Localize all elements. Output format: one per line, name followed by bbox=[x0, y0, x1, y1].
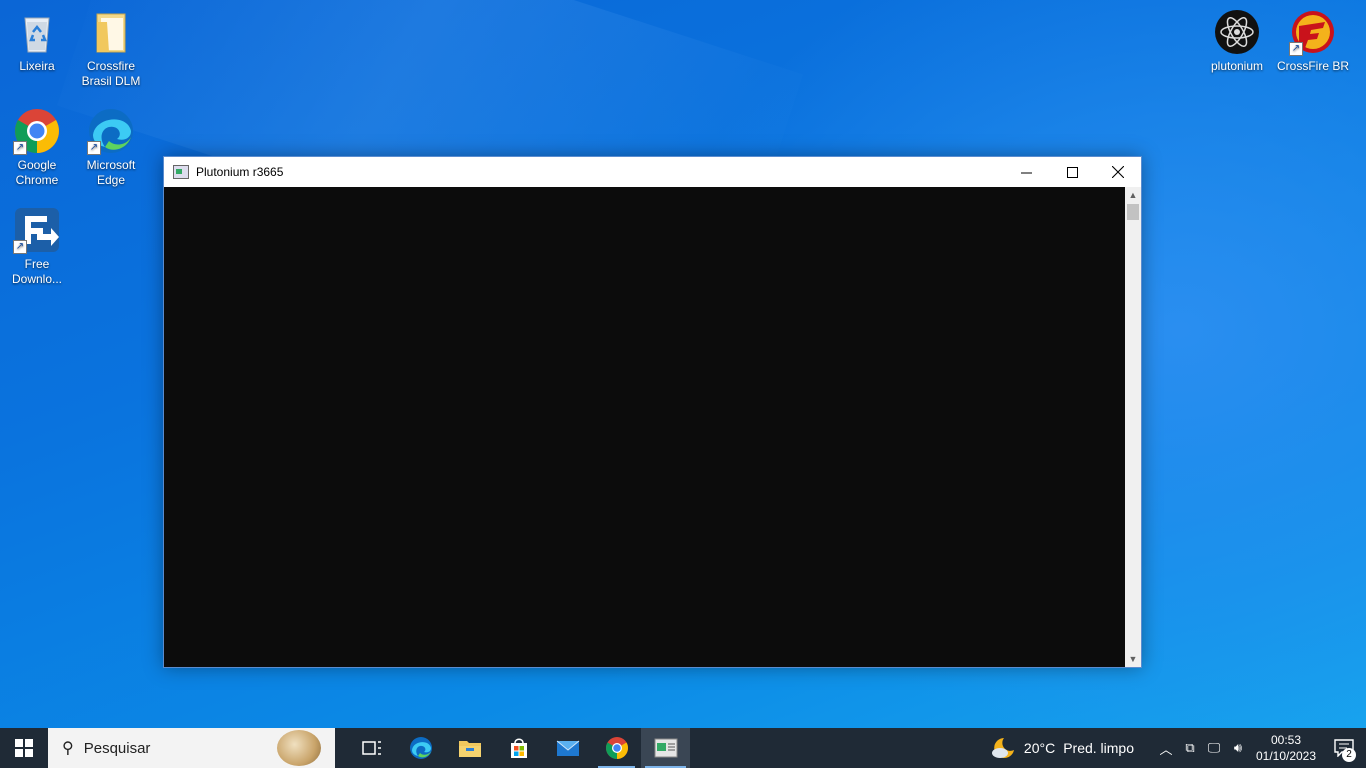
vertical-scrollbar[interactable]: ▲ ▼ bbox=[1125, 187, 1141, 667]
desktop-icon-label: Brasil DLM bbox=[81, 74, 141, 88]
weather-widget[interactable]: 20°C Pred. limpo bbox=[990, 736, 1134, 760]
desktop-icon-label: Google bbox=[17, 158, 57, 172]
scrollbar-thumb[interactable] bbox=[1127, 204, 1139, 220]
system-tray: 20°C Pred. limpo ︿ ⧉ 🖵 🔊︎ 00:53 01/10/20… bbox=[990, 728, 1366, 768]
taskbar-clock[interactable]: 00:53 01/10/2023 bbox=[1250, 732, 1322, 764]
desktop-icon-google-chrome[interactable]: ↗ Google Chrome bbox=[0, 103, 74, 188]
scroll-down-arrow-icon[interactable]: ▼ bbox=[1125, 651, 1141, 667]
show-hidden-icons-chevron-icon[interactable]: ︿ bbox=[1154, 739, 1178, 758]
notification-count-badge: 2 bbox=[1342, 748, 1356, 762]
task-view-button[interactable] bbox=[347, 728, 396, 768]
console-output-area[interactable] bbox=[164, 187, 1125, 667]
scroll-up-arrow-icon[interactable]: ▲ bbox=[1125, 187, 1141, 203]
desktop-icon-crossfire-br[interactable]: ↗ CrossFire BR bbox=[1274, 4, 1352, 74]
edge-icon bbox=[409, 737, 432, 759]
desktop-icon-label: plutonium bbox=[1210, 59, 1264, 73]
chrome-icon bbox=[605, 737, 628, 759]
desktop-icon-free-download-manager[interactable]: ↗ Free Downlo... bbox=[0, 202, 74, 287]
window-title: Plutonium r3665 bbox=[196, 165, 284, 179]
clock-time: 00:53 bbox=[1270, 733, 1302, 747]
console-app-icon bbox=[173, 165, 189, 179]
folder-icon bbox=[87, 8, 135, 56]
taskbar-mail[interactable] bbox=[543, 728, 592, 768]
taskbar: ⚲ Pesquisar 20°C Pred. limpo ︿ ⧉ 🖵 🔊︎ 00… bbox=[0, 728, 1366, 768]
crossfire-icon: ↗ bbox=[1289, 8, 1337, 56]
shortcut-arrow-icon: ↗ bbox=[13, 240, 27, 254]
edge-icon: ↗ bbox=[87, 107, 135, 155]
start-button[interactable] bbox=[0, 728, 48, 768]
clock-date: 01/10/2023 bbox=[1255, 749, 1317, 763]
desktop-icon-label: Lixeira bbox=[19, 59, 55, 73]
chrome-icon: ↗ bbox=[13, 107, 61, 155]
taskbar-console[interactable] bbox=[641, 728, 690, 768]
free-download-manager-icon: ↗ bbox=[13, 206, 61, 254]
volume-icon[interactable]: 🔊︎ bbox=[1226, 740, 1250, 756]
desktop-icon-recycle-bin[interactable]: Lixeira bbox=[0, 4, 74, 74]
desktop-icon-label: CrossFire BR bbox=[1276, 59, 1349, 73]
close-icon bbox=[1112, 166, 1124, 178]
desktop-icon-microsoft-edge[interactable]: ↗ Microsoft Edge bbox=[74, 103, 148, 188]
windows-logo-icon bbox=[15, 739, 33, 757]
search-placeholder: Pesquisar bbox=[83, 739, 151, 757]
task-view-icon bbox=[361, 741, 381, 755]
desktop-icon-label: Microsoft bbox=[86, 158, 136, 172]
mail-icon bbox=[556, 740, 579, 756]
plutonium-console-window[interactable]: Plutonium r3665 ▲ ▼ bbox=[163, 156, 1142, 668]
desktop-icon-crossfire-folder[interactable]: Crossfire Brasil DLM bbox=[74, 4, 148, 89]
minimize-icon bbox=[1020, 172, 1032, 173]
desktop-icon-label: Downlo... bbox=[11, 272, 63, 286]
desktop-icon-label: Edge bbox=[96, 173, 126, 187]
console-app-icon bbox=[654, 738, 677, 758]
weather-condition: Pred. limpo bbox=[1063, 740, 1134, 756]
search-highlight-image bbox=[277, 730, 321, 766]
desktop-icon-plutonium[interactable]: plutonium bbox=[1200, 4, 1274, 74]
file-explorer-icon bbox=[458, 741, 481, 757]
meet-now-icon[interactable]: ⧉ bbox=[1178, 740, 1202, 756]
desktop-icon-label: Free bbox=[24, 257, 50, 271]
close-button[interactable] bbox=[1095, 157, 1141, 187]
plutonium-icon bbox=[1213, 8, 1261, 56]
maximize-button[interactable] bbox=[1049, 157, 1095, 187]
search-icon: ⚲ bbox=[62, 740, 74, 757]
shortcut-arrow-icon: ↗ bbox=[13, 141, 27, 155]
taskbar-microsoft-store[interactable] bbox=[494, 728, 543, 768]
maximize-icon bbox=[1066, 166, 1078, 178]
minimize-button[interactable] bbox=[1003, 157, 1049, 187]
taskbar-search-box[interactable]: ⚲ Pesquisar bbox=[48, 728, 335, 768]
recycle-bin-icon bbox=[13, 8, 61, 56]
action-center-button[interactable]: 2 bbox=[1322, 728, 1366, 768]
microsoft-store-icon bbox=[510, 738, 527, 758]
network-icon[interactable]: 🖵 bbox=[1202, 740, 1226, 756]
desktop-icon-label: Crossfire bbox=[86, 59, 135, 73]
taskbar-edge[interactable] bbox=[396, 728, 445, 768]
weather-temperature: 20°C bbox=[1023, 740, 1056, 756]
window-controls bbox=[1003, 157, 1141, 187]
shortcut-arrow-icon: ↗ bbox=[1289, 42, 1303, 56]
taskbar-chrome[interactable] bbox=[592, 728, 641, 768]
desktop-icon-label: Chrome bbox=[15, 173, 59, 187]
taskbar-file-explorer[interactable] bbox=[445, 728, 494, 768]
moon-cloud-icon bbox=[991, 738, 1014, 758]
window-titlebar[interactable]: Plutonium r3665 bbox=[164, 157, 1141, 187]
shortcut-arrow-icon: ↗ bbox=[87, 141, 101, 155]
